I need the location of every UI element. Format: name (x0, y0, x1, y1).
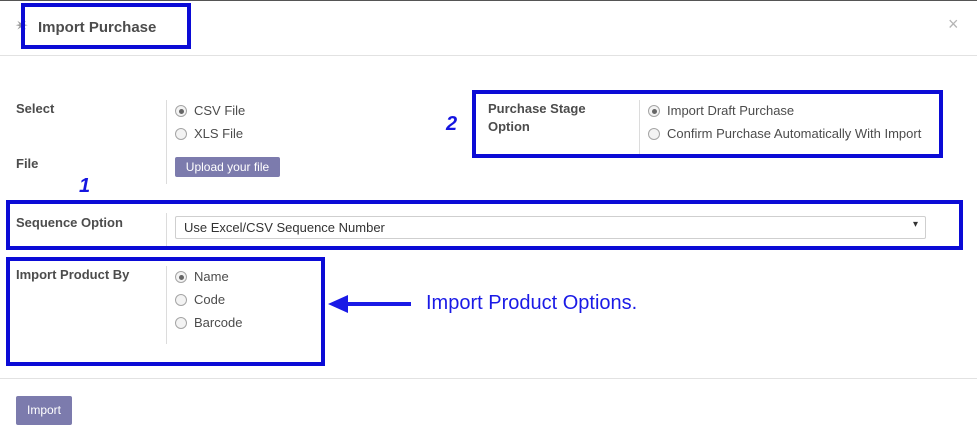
sequence-separator (166, 213, 167, 246)
purchase-stage-separator (639, 100, 640, 154)
radio-csv-label: CSV File (194, 103, 246, 118)
import-product-annotation: Import Product Options. (426, 292, 638, 314)
sequence-option-label: Sequence Option (16, 215, 123, 230)
import-product-separator (166, 266, 167, 344)
sequence-select[interactable]: Use Excel/CSV Sequence Number (175, 216, 926, 239)
radio-csv-file[interactable]: CSV File (175, 103, 245, 119)
chevron-down-icon[interactable]: ▾ (913, 219, 918, 231)
annotation-marker-2: 2 (446, 113, 458, 135)
select-separator (166, 100, 167, 184)
radio-product-code[interactable]: Code (175, 292, 225, 308)
arrow-left-icon (328, 295, 411, 313)
file-label: File (16, 156, 39, 171)
radio-name-label: Name (194, 269, 229, 284)
radio-import-draft-purchase[interactable]: Import Draft Purchase (648, 103, 794, 119)
radio-barcode-label: Barcode (194, 315, 243, 330)
purchase-stage-label-line1: Purchase Stage (488, 101, 586, 116)
radio-code-indicator[interactable] (175, 294, 187, 306)
radio-product-name[interactable]: Name (175, 269, 229, 285)
footer-divider (0, 378, 977, 379)
close-icon[interactable]: × (948, 14, 959, 34)
radio-product-barcode[interactable]: Barcode (175, 315, 242, 331)
upload-file-button[interactable]: Upload your file (175, 157, 280, 177)
radio-code-label: Code (194, 292, 226, 307)
radio-name-indicator[interactable] (175, 271, 187, 283)
radio-xls-indicator[interactable] (175, 128, 187, 140)
radio-barcode-indicator[interactable] (175, 317, 187, 329)
radio-draft-label: Import Draft Purchase (667, 103, 795, 118)
select-label: Select (16, 101, 55, 116)
radio-confirm-indicator[interactable] (648, 128, 660, 140)
radio-confirm-label: Confirm Purchase Automatically With Impo… (667, 126, 922, 141)
radio-confirm-purchase[interactable]: Confirm Purchase Automatically With Impo… (648, 126, 921, 142)
import-product-label: Import Product By (16, 267, 130, 282)
annotation-marker-1: 1 (79, 175, 91, 197)
purchase-stage-label-line2: Option (488, 119, 530, 134)
radio-xls-label: XLS File (194, 126, 244, 141)
radio-csv-indicator[interactable] (175, 105, 187, 117)
import-button[interactable]: Import (16, 396, 72, 425)
radio-draft-indicator[interactable] (648, 105, 660, 117)
title-highlight-box (21, 3, 191, 49)
radio-xls-file[interactable]: XLS File (175, 126, 243, 142)
